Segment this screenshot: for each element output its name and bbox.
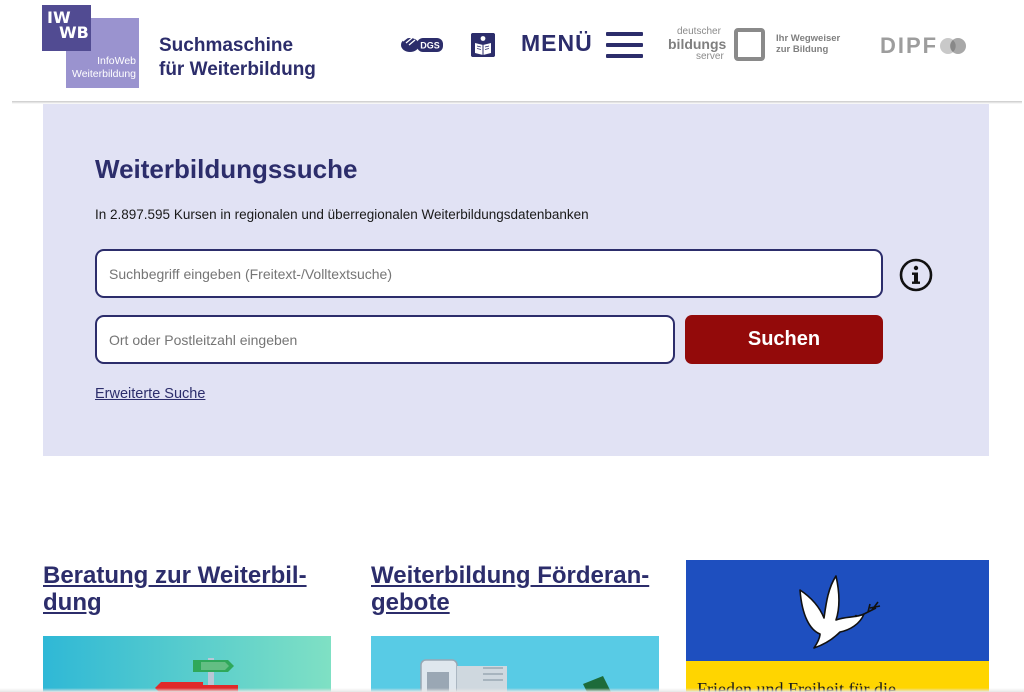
menu-label[interactable]: MENÜ <box>521 30 593 57</box>
dbs-tagline-line1: Ihr Wegweiser <box>776 33 841 44</box>
bottom-fade <box>0 688 1024 692</box>
teaser-foerderung-line2: gebote <box>371 589 450 616</box>
easy-language-icon[interactable] <box>471 33 495 57</box>
site-title-line1: Suchmaschine <box>159 35 294 56</box>
dgs-label: DGS <box>420 41 440 51</box>
site-header: IW WB InfoWeb Weiterbildung Suchmaschine… <box>0 0 1024 102</box>
phone-money-illustration[interactable] <box>371 636 659 692</box>
search-subtitle: In 2.897.595 Kursen in regionalen und üb… <box>95 207 589 222</box>
advanced-search-link[interactable]: Erweiterte Suche <box>95 386 205 402</box>
dipf-logo-text[interactable]: DIPF <box>880 33 938 59</box>
teaser-foerderung-line1: Weiterbildung Förderan- <box>371 562 650 589</box>
dbs-square-icon <box>734 28 765 61</box>
dbs-bildungs: bildungs <box>668 36 727 52</box>
teaser-beratung-link[interactable]: Beratung zur Weiterbil- dung <box>43 562 333 616</box>
dbs-server: server <box>696 51 724 62</box>
info-icon[interactable] <box>899 258 933 292</box>
search-panel: Weiterbildungssuche In 2.897.595 Kursen … <box>43 104 989 456</box>
dbs-tagline-line2: zur Bildung <box>776 44 829 55</box>
logo-caption: InfoWeb Weiterbildung <box>67 55 139 81</box>
ukraine-peace-teaser[interactable]: Frieden und Freiheit für die <box>686 560 989 692</box>
iwwb-logo[interactable]: IW WB InfoWeb Weiterbildung <box>42 5 139 88</box>
search-heading: Weiterbildungssuche <box>95 154 358 184</box>
search-input[interactable] <box>95 249 883 298</box>
signpost-illustration[interactable] <box>43 636 331 692</box>
teaser-beratung-line2: dung <box>43 589 102 616</box>
teaser-beratung-line1: Beratung zur Weiterbil- <box>43 562 307 589</box>
bildungsserver-logo[interactable]: deutscher bildungs server Ihr Wegweiser … <box>667 27 849 67</box>
site-title[interactable]: Suchmaschine für Weiterbildung <box>159 34 316 82</box>
peace-dove-icon <box>799 575 881 649</box>
location-input[interactable] <box>95 315 675 364</box>
site-title-line2: für Weiterbildung <box>159 59 316 80</box>
logo-wb: WB <box>59 23 89 42</box>
teaser-foerderung-link[interactable]: Weiterbildung Förderan- gebote <box>371 562 661 616</box>
dbs-tagline: Ihr Wegweiser zur Bildung <box>776 33 840 55</box>
dipf-logo-icon[interactable] <box>938 37 974 55</box>
logo-caption-line2: Weiterbildung <box>71 68 136 80</box>
hamburger-menu-icon[interactable] <box>606 32 643 58</box>
sign-language-icon[interactable]: DGS <box>400 35 444 55</box>
logo-dark-block: IW WB <box>42 5 91 51</box>
search-button[interactable]: Suchen <box>685 315 883 364</box>
logo-caption-line1: InfoWeb <box>97 55 136 67</box>
